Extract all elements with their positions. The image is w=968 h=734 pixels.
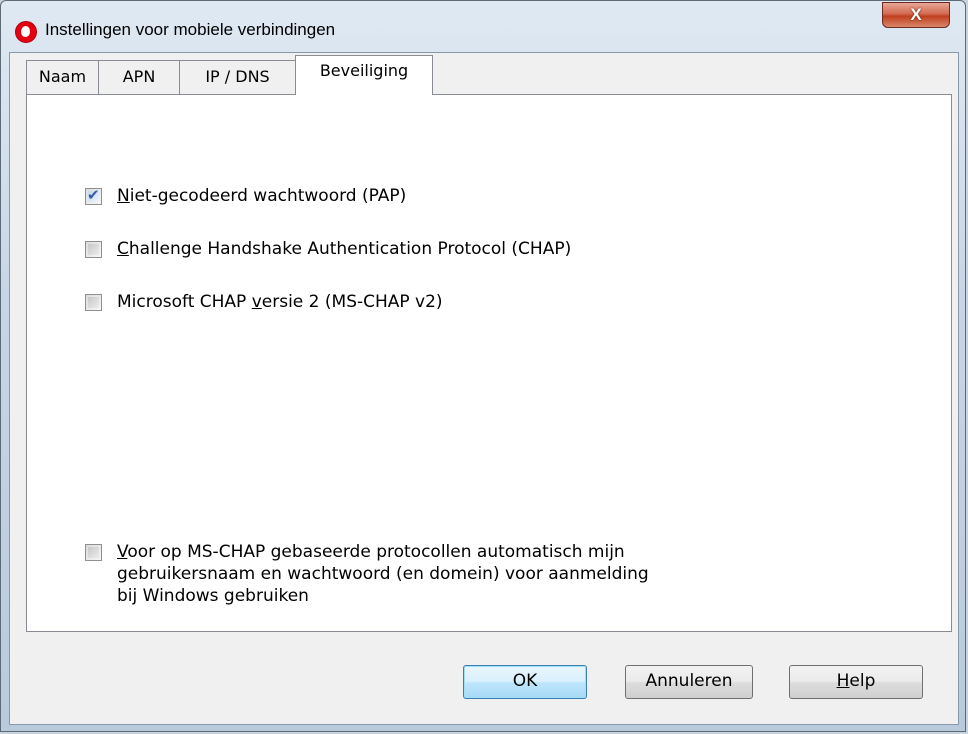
mschap-checkbox[interactable]: [85, 294, 102, 311]
close-button[interactable]: X: [882, 2, 950, 28]
vodafone-logo-icon: [15, 21, 37, 43]
tab-apn[interactable]: APN: [98, 60, 180, 95]
cancel-button[interactable]: Annuleren: [625, 665, 753, 699]
checkmark-icon: ✔: [87, 186, 100, 204]
title-bar[interactable]: Instellingen voor mobiele verbindingen X: [1, 1, 965, 59]
pap-label[interactable]: Niet-gecodeerd wachtwoord (PAP): [117, 185, 406, 207]
tab-beveiliging[interactable]: Beveiliging: [295, 55, 433, 95]
ok-button[interactable]: OK: [463, 665, 587, 699]
mschap-label[interactable]: Microsoft CHAP versie 2 (MS-CHAP v2): [117, 291, 443, 313]
pap-checkbox[interactable]: ✔: [85, 186, 102, 205]
chap-label[interactable]: Challenge Handshake Authentication Proto…: [117, 238, 571, 260]
help-button[interactable]: Help: [789, 665, 923, 699]
tab-panel-beveiliging: ✔ Niet-gecodeerd wachtwoord (PAP) Challe…: [26, 94, 952, 632]
chap-checkbox[interactable]: [85, 241, 102, 258]
window-title: Instellingen voor mobiele verbindingen: [45, 20, 336, 39]
dialog-client-area: Naam APN IP / DNS Beveiliging ✔ Niet-gec…: [9, 52, 959, 725]
dialog-window: Instellingen voor mobiele verbindingen X…: [0, 0, 966, 732]
auto-login-checkbox[interactable]: [85, 544, 102, 561]
tab-naam[interactable]: Naam: [26, 60, 99, 95]
tab-ip-dns[interactable]: IP / DNS: [179, 60, 296, 95]
auto-login-label[interactable]: Voor op MS-CHAP gebaseerde protocollen a…: [117, 541, 649, 607]
